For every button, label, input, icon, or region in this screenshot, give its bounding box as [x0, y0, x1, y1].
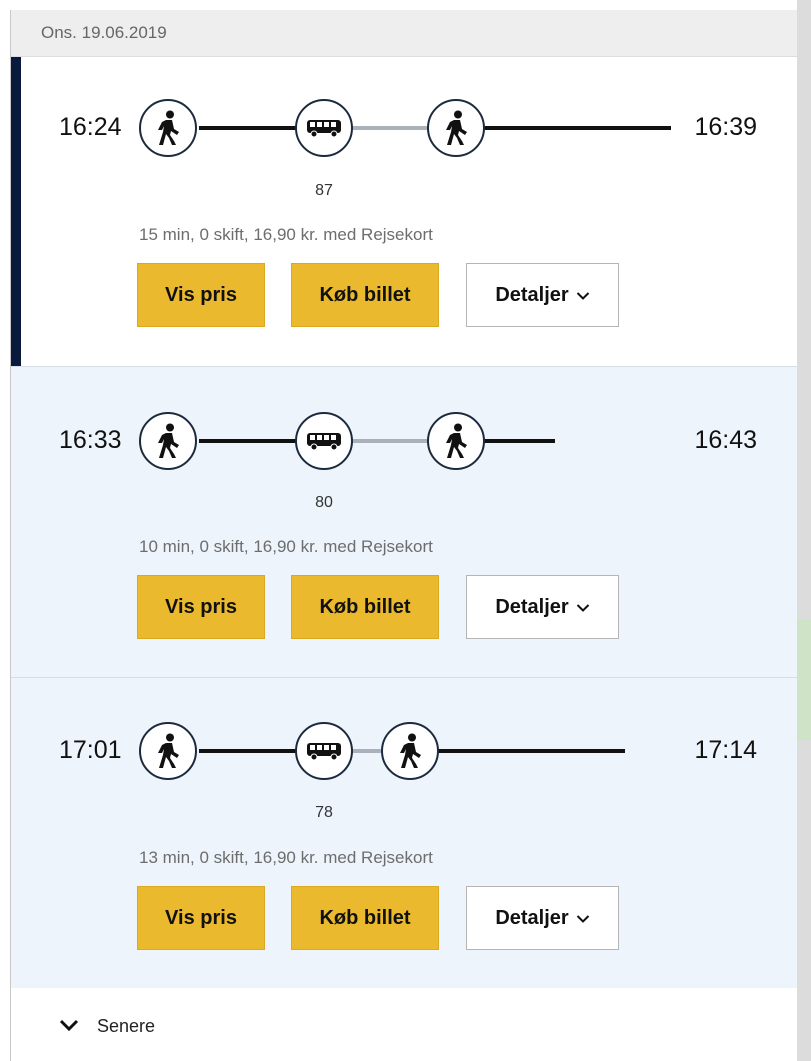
trip-card[interactable]: 16:24 16:39 87 15 min, 0 skift, 16,90 kr… — [11, 57, 797, 367]
arrival-time: 16:39 — [694, 113, 757, 141]
walk-leg-line — [483, 439, 555, 443]
chevron-down-icon — [576, 284, 590, 307]
bus-number: 80 — [315, 494, 333, 511]
bus-icon — [295, 722, 353, 780]
show-price-button[interactable]: Vis pris — [137, 575, 265, 639]
departure-time: 16:33 — [59, 426, 122, 454]
bus-number: 78 — [315, 804, 333, 821]
walk-leg-line — [199, 439, 307, 443]
walk-leg-line — [483, 126, 671, 130]
buy-ticket-button[interactable]: Køb billet — [291, 575, 439, 639]
details-button[interactable]: Detaljer — [466, 886, 619, 950]
bus-icon — [295, 412, 353, 470]
chevron-down-icon — [59, 1018, 79, 1037]
trip-summary: 13 min, 0 skift, 16,90 kr. med Rejsekort — [139, 848, 433, 867]
trip-card[interactable]: 17:01 17:14 78 13 min, 0 skift, 16,90 kr… — [11, 678, 797, 989]
details-label: Detaljer — [495, 283, 569, 306]
buy-ticket-button[interactable]: Køb billet — [291, 886, 439, 950]
walking-person-icon — [139, 412, 197, 470]
details-label: Detaljer — [495, 595, 569, 618]
walking-person-icon — [139, 722, 197, 780]
trip-summary: 15 min, 0 skift, 16,90 kr. med Rejsekort — [139, 225, 433, 244]
walk-leg-line — [199, 749, 307, 753]
walking-person-icon — [139, 99, 197, 157]
details-button[interactable]: Detaljer — [466, 575, 619, 639]
show-price-button[interactable]: Vis pris — [137, 886, 265, 950]
chevron-down-icon — [576, 596, 590, 619]
selected-trip-marker — [11, 57, 21, 366]
details-button[interactable]: Detaljer — [466, 263, 619, 327]
trip-results-panel: Ons. 19.06.2019 16:24 16:39 87 15 min, 0… — [10, 10, 797, 1061]
departure-time: 16:24 — [59, 113, 122, 141]
chevron-down-icon — [576, 907, 590, 930]
arrival-time: 17:14 — [694, 736, 757, 764]
details-label: Detaljer — [495, 906, 569, 929]
show-later-trips-link[interactable]: Senere — [11, 988, 797, 1061]
walk-leg-line — [199, 126, 307, 130]
walking-person-icon — [427, 99, 485, 157]
walk-leg-line — [437, 749, 625, 753]
later-label: Senere — [97, 1016, 156, 1036]
date-label: Ons. 19.06.2019 — [41, 23, 167, 42]
departure-time: 17:01 — [59, 736, 122, 764]
trip-summary: 10 min, 0 skift, 16,90 kr. med Rejsekort — [139, 537, 433, 556]
map-background — [797, 0, 811, 1061]
date-header: Ons. 19.06.2019 — [11, 10, 797, 57]
arrival-time: 16:43 — [694, 426, 757, 454]
bus-icon — [295, 99, 353, 157]
bus-number: 87 — [315, 182, 333, 199]
trip-card[interactable]: 16:33 16:43 80 10 min, 0 skift, 16,90 kr… — [11, 367, 797, 678]
bus-leg-line — [351, 126, 439, 130]
bus-leg-line — [351, 439, 439, 443]
walking-person-icon — [381, 722, 439, 780]
walking-person-icon — [427, 412, 485, 470]
buy-ticket-button[interactable]: Køb billet — [291, 263, 439, 327]
show-price-button[interactable]: Vis pris — [137, 263, 265, 327]
